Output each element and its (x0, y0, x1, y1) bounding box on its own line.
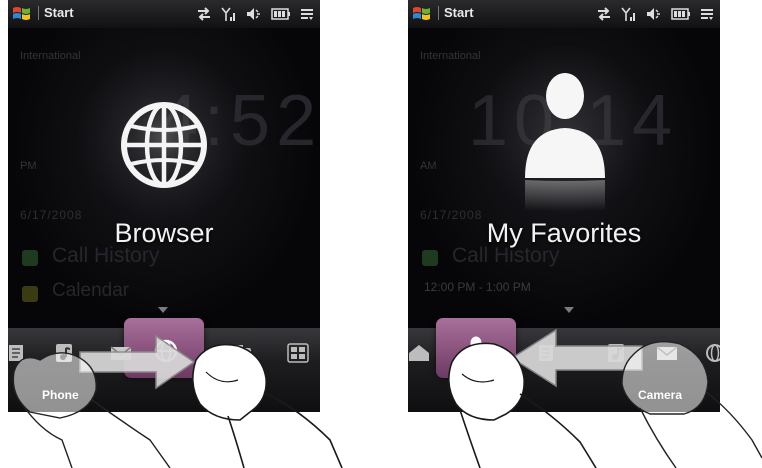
music-tab-icon[interactable] (54, 343, 76, 363)
browser-tab-icon[interactable] (153, 338, 179, 364)
favorites-tab-icon[interactable] (464, 336, 488, 362)
ampm-label: PM (20, 160, 37, 172)
tab-label-camera[interactable]: Camera (638, 388, 682, 402)
camera-tab-icon[interactable] (230, 343, 252, 363)
contacts-tab-icon[interactable] (538, 343, 560, 363)
mail-tab-icon[interactable] (110, 343, 132, 363)
signal-icon[interactable] (621, 6, 637, 22)
mail-tab-icon[interactable] (656, 343, 678, 363)
menu-list-icon[interactable] (300, 7, 314, 21)
windows-start-icon[interactable] (412, 4, 432, 24)
volume-icon[interactable] (646, 6, 662, 22)
start-title[interactable]: Start (38, 6, 74, 20)
location-label: International (420, 50, 481, 62)
tab-label-phone[interactable]: Phone (42, 388, 79, 402)
connectivity-icon[interactable] (196, 7, 212, 21)
appointment-time-label: 12:00 PM - 1:00 PM (424, 280, 531, 294)
ampm-label: AM (420, 160, 437, 172)
battery-icon[interactable] (671, 8, 691, 20)
focused-item-label: Browser (114, 218, 214, 248)
status-bar: Start (8, 0, 320, 29)
signal-icon[interactable] (221, 6, 237, 22)
location-label: International (20, 50, 81, 62)
phone-history-icon (22, 250, 38, 266)
start-title[interactable]: Start (438, 6, 474, 20)
settings-grid-tab-icon[interactable] (287, 343, 309, 363)
calendar-icon (22, 286, 38, 302)
expand-arrow-icon[interactable] (158, 307, 168, 313)
menu-list-icon[interactable] (700, 7, 714, 21)
home-tab-icon[interactable] (408, 343, 430, 363)
phone-history-icon (422, 250, 438, 266)
expand-arrow-icon[interactable] (564, 307, 574, 313)
focused-item-label: My Favorites (486, 218, 642, 248)
music-tab-icon[interactable] (606, 343, 628, 363)
phone-screen-left: Start International PM 6/17/2008 Call Hi… (8, 0, 320, 412)
browser-tab-icon[interactable] (704, 343, 720, 363)
globe-icon (121, 102, 207, 188)
windows-start-icon[interactable] (12, 4, 32, 24)
contacts-tab-icon[interactable] (8, 343, 30, 363)
calendar-label: Calendar (52, 280, 130, 301)
battery-icon[interactable] (271, 8, 291, 20)
status-bar: Start (408, 0, 720, 29)
person-icon (525, 73, 605, 211)
volume-icon[interactable] (246, 6, 262, 22)
connectivity-icon[interactable] (596, 7, 612, 21)
phone-screen-right: Start International AM 6/17/2008 Call Hi… (408, 0, 720, 412)
